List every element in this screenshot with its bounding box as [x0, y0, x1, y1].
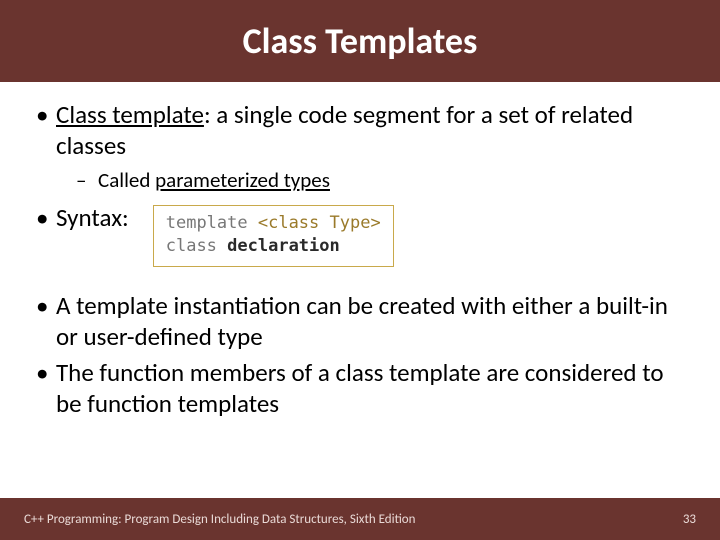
- code-box: template <class Type> class declaration: [153, 205, 394, 267]
- footer-bar: C++ Programming: Program Design Includin…: [0, 498, 720, 540]
- title-bar: Class Templates: [0, 0, 720, 82]
- bullet-class-template: Class template: a single code segment fo…: [34, 100, 686, 161]
- bullet-function-members: The function members of a class template…: [34, 358, 686, 419]
- bullet-syntax: Syntax: template <class Type> class decl…: [34, 203, 686, 267]
- code-keyword-class: class: [166, 236, 227, 256]
- slide: Class Templates Class template: a single…: [0, 0, 720, 540]
- code-angle-class-type: <class Type>: [258, 213, 381, 233]
- spacer: [34, 273, 686, 291]
- code-line-2: class declaration: [166, 235, 381, 258]
- sub-bullet-parameterized: Called parameterized types: [34, 167, 686, 193]
- bullet-instantiation: A template instantiation can be created …: [34, 291, 686, 352]
- footer-text: C++ Programming: Program Design Includin…: [24, 512, 416, 527]
- term-parameterized-types: parameterized types: [155, 167, 330, 193]
- code-keyword-template: template: [166, 213, 258, 233]
- bullet-syntax-label: Syntax:: [56, 203, 129, 234]
- term-class-template: Class template: [56, 99, 204, 130]
- sub-bullet-prefix: Called: [98, 167, 155, 193]
- code-line-1: template <class Type>: [166, 212, 381, 235]
- slide-title: Class Templates: [243, 19, 478, 63]
- page-number: 33: [683, 512, 696, 527]
- code-declaration: declaration: [227, 236, 340, 256]
- content-area: Class template: a single code segment fo…: [0, 82, 720, 540]
